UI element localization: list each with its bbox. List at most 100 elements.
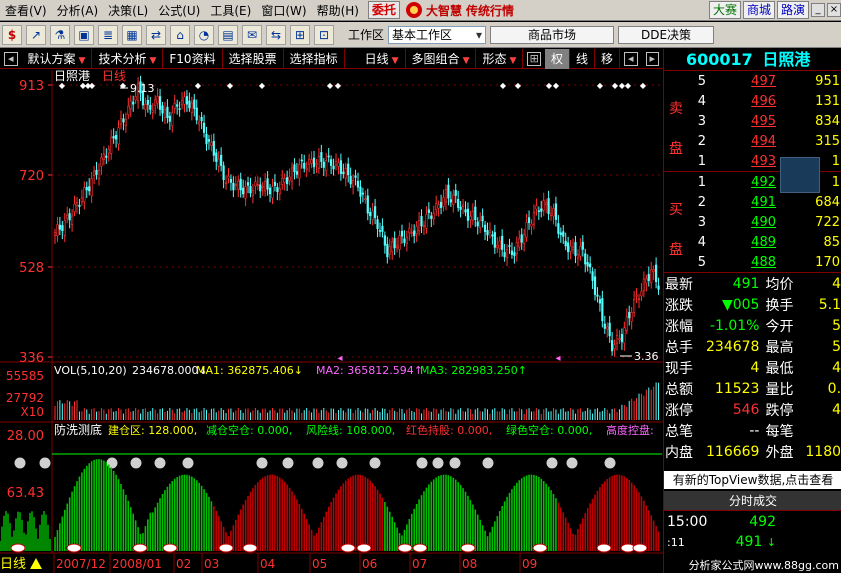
prev-icon[interactable]: ◂ [623,51,638,66]
candle-body [107,149,110,154]
ind-item: 红色持股: 0.000, [406,423,492,437]
stat-key: 涨跌 [665,297,693,314]
stat-value: 0. [827,380,841,397]
ind-item: 绿色空仓: 0.000, [506,423,592,437]
candle-body [469,215,472,221]
menu-view[interactable]: 查看(V) [0,2,52,19]
menu-help[interactable]: 帮助(H) [312,2,364,19]
dropdown-icon: ▼ [149,55,157,66]
candle-body [124,119,127,126]
candle-body [630,312,633,322]
swap-icon[interactable]: ⇄ [146,24,166,45]
window-icon[interactable]: ⊡ [314,24,334,45]
tab-f10[interactable]: F10资料 [163,48,223,69]
candle-body [483,224,487,232]
signal-marker: ◆ [500,81,507,90]
candle-body [442,197,445,207]
pie-icon[interactable]: ◔ [194,24,214,45]
candle-body [117,127,120,145]
menu-decision[interactable]: 决策(L) [103,2,153,19]
menu-tools[interactable]: 工具(E) [205,2,256,19]
tab-dde[interactable]: DDE决策 [618,25,715,44]
sell-row[interactable]: 5 497 951 [664,71,841,91]
candle-body [611,340,614,352]
tab-commodity[interactable]: 商品市场 [490,25,615,44]
signal-face-icon [482,457,494,469]
mail-icon[interactable]: ✉ [242,24,262,45]
sell-row[interactable]: 2 494 315 [664,131,841,151]
candle-body [593,276,597,295]
menu-analysis[interactable]: 分析(A) [52,2,104,19]
candle-body [444,189,448,203]
tick-title[interactable]: 分时成交 [664,491,841,511]
menu-formula[interactable]: 公式(U) [153,2,205,19]
candlestick-chart[interactable]: ◆ ◆◆◆ ◆ ◆ ◆ ◆ ◆ ◆ ◆ ◆ ◆ ◆ ◆ ◆ ◆ ◆ ◆◂ ◂ 913720528336日照港 日线9… [0,70,663,573]
tab-tech-analysis[interactable]: 技术分析 ▼ [92,48,164,69]
candle-body [413,230,416,237]
mall-button[interactable]: 商城 [742,1,775,19]
contest-button[interactable]: 大赛 [708,1,741,19]
exchange-icon[interactable]: ⇆ [266,24,286,45]
dropdown-icon: ▼ [462,55,470,66]
stat-row: 最新 491 均价 4 [664,273,841,294]
minimize-icon[interactable]: _ [811,3,825,17]
candle-body [569,245,572,252]
trend-icon[interactable]: ↗ [26,24,46,45]
flask-icon[interactable]: ⚗ [50,24,70,45]
tab-select-stock[interactable]: 选择股票 [223,48,284,69]
sell-row[interactable]: 3 495 834 [664,111,841,131]
candle-body [474,206,477,221]
tab-line[interactable]: 线 [570,48,595,69]
topview-notice[interactable]: 有新的TopView数据,点击查看 [664,471,841,489]
list-icon[interactable]: ≣ [98,24,118,45]
candle-body [278,188,281,195]
stat-key: 外盘 [765,444,794,461]
signal-face-icon [449,457,461,469]
grid-toggle-icon[interactable]: ⊞ [527,51,541,66]
candle-body [488,229,492,233]
table-icon[interactable]: ▤ [218,24,238,45]
candle-body [308,158,311,165]
left-arrow-icon[interactable]: ◂ [4,51,18,66]
close-icon[interactable]: × [827,3,841,17]
stat-value: 4 [750,359,760,376]
buy-row[interactable]: 5 488 170 [664,252,841,272]
workspace-label: 工作区 [348,28,385,42]
home-icon[interactable]: ⌂ [170,24,190,45]
tab-rights[interactable]: 权 [544,48,570,69]
buy-row[interactable]: 3 490 722 [664,212,841,232]
tab-pattern[interactable]: 形态 ▼ [476,48,524,69]
dollar-icon[interactable]: $ [2,24,22,45]
tab-default-scheme[interactable]: 默认方案 ▼ [22,48,93,69]
tab-select-indicator[interactable]: 选择指标 [284,48,345,69]
candle-body [68,213,71,221]
level: 1 [697,174,706,190]
candle-body [266,178,269,190]
candle-body [144,103,147,110]
signal-marker: ◆ [546,81,553,90]
buy-row[interactable]: 4 489 85 [664,232,841,252]
next-icon[interactable]: ▸ [645,51,660,66]
trust-button[interactable]: 委托 [367,1,400,19]
workspace-select[interactable]: 基本工作区 [388,25,487,44]
candle-body [564,240,567,247]
candle-body [154,99,157,106]
footer-ad[interactable]: 分析家公式网www.88gg.com [686,559,841,573]
roadshow-button[interactable]: 路演 [776,1,809,19]
layout-icon[interactable]: ⊞ [290,24,310,45]
menu-window[interactable]: 窗口(W) [256,2,311,19]
tab-multi-chart[interactable]: 多图组合 ▼ [406,48,477,69]
candle-body [227,176,230,179]
stat-value: 11523 [714,380,760,397]
box-icon[interactable]: ▣ [74,24,94,45]
grid-icon[interactable]: ▦ [122,24,142,45]
vol-axis-label: X10 [21,405,45,419]
tab-daily[interactable]: 日线 ▼ [345,48,406,69]
stat-value: 1180 [805,443,841,460]
price-axis-label: 528 [19,261,44,276]
tab-move[interactable]: 移 [595,48,620,69]
buy-row[interactable]: 2 491 684 [664,192,841,212]
candle-body [95,169,98,175]
vol-axis-label: 55585 [6,369,44,383]
sell-row[interactable]: 4 496 131 [664,91,841,111]
